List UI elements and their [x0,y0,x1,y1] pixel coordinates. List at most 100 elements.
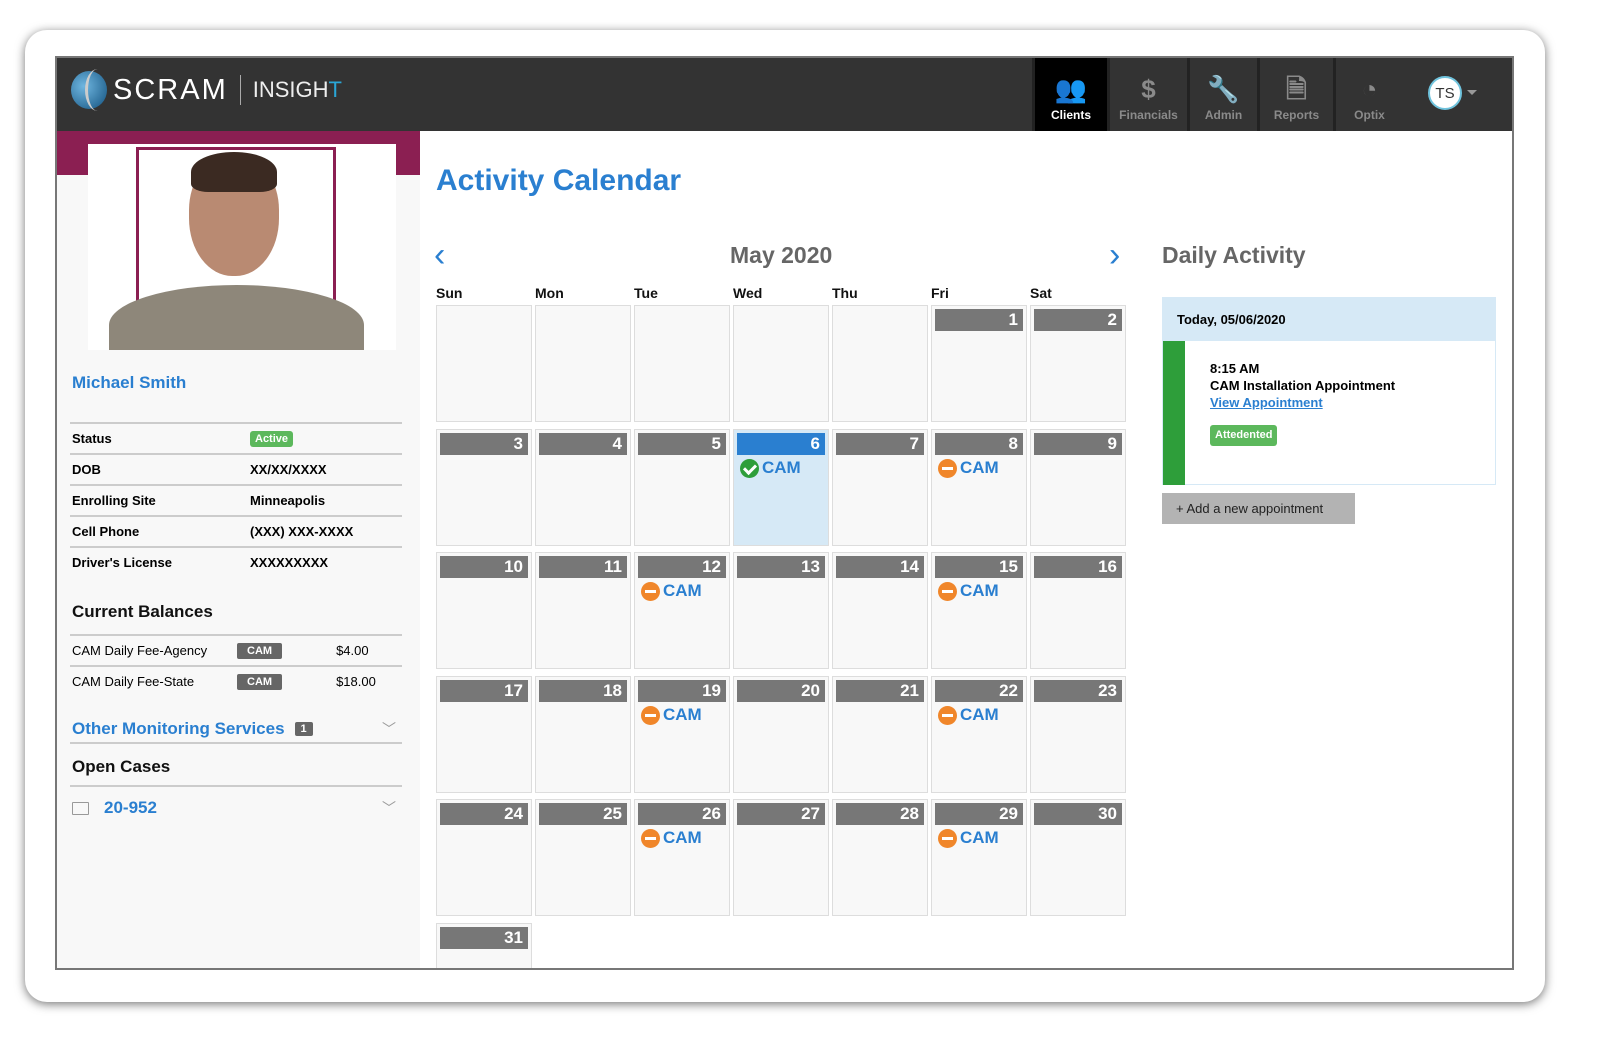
calendar-day[interactable]: 23 [1030,676,1126,793]
prev-month-button[interactable]: ‹ [434,236,445,275]
calendar-event[interactable]: CAM [938,705,999,725]
status-badge: Attedented [1210,425,1278,446]
calendar-day[interactable]: 29 CAM [931,799,1027,916]
client-photo [88,144,396,350]
calendar-day[interactable]: 14 [832,552,928,669]
document-icon: 🗎 [1286,74,1307,104]
calendar-day[interactable]: 3 [436,429,532,546]
caret-down-icon[interactable] [1467,90,1477,100]
balance-row: CAM Daily Fee-Agency CAM $4.00 [70,634,402,665]
day-number: 4 [539,433,627,455]
calendar-day[interactable]: 10 [436,552,532,669]
day-number: 18 [539,680,627,702]
calendar-day[interactable]: 19 CAM [634,676,730,793]
calendar-day[interactable]: 9 [1030,429,1126,546]
calendar-day[interactable]: 7 [832,429,928,546]
chevron-down-icon[interactable]: ﹀ [382,719,396,739]
balance-row: CAM Daily Fee-State CAM $18.00 [70,665,402,696]
calendar-day[interactable]: 6 CAM [733,429,829,546]
case-item[interactable]: 20-952 ﹀ [72,798,402,818]
nav-optix[interactable]: ◔ Optix [1333,58,1403,131]
nav-financials[interactable]: $ Financials [1107,58,1187,131]
calendar-event[interactable]: CAM [641,581,702,601]
service-tag: CAM [237,642,283,659]
logo[interactable]: SCRAM INSIGHT [71,68,342,112]
other-monitoring-services[interactable]: Other Monitoring Services 1 ﹀ [72,719,402,739]
logo-subtext: INSIGHT [252,77,342,102]
day-number: 5 [638,433,726,455]
info-row: DOB XX/XX/XXXX [70,453,402,484]
day-number: 8 [935,433,1023,455]
calendar-day[interactable]: 28 [832,799,928,916]
calendar-event[interactable]: CAM [641,828,702,848]
calendar-day[interactable]: 16 [1030,552,1126,669]
day-number: 22 [935,680,1023,702]
weekday-label: Sun [436,285,463,301]
weekday-label: Wed [733,285,763,301]
day-number: 30 [1034,803,1122,825]
day-number: 26 [638,803,726,825]
view-appointment-link[interactable]: View Appointment [1210,394,1395,411]
minus-circle-icon [938,581,957,601]
client-name[interactable]: Michael Smith [72,373,186,393]
day-number: 11 [539,556,627,578]
calendar-event[interactable]: CAM [938,458,999,478]
calendar-day[interactable]: 21 [832,676,928,793]
next-month-button[interactable]: › [1109,236,1120,275]
appointment-time: 8:15 AM [1210,361,1260,376]
day-number: 20 [737,680,825,702]
info-row: Enrolling Site Minneapolis [70,484,402,515]
calendar-day[interactable]: 31 [436,923,532,968]
client-info: Status Active DOB XX/XX/XXXX Enrolling Site M… [70,422,402,577]
service-tag: CAM [237,673,283,690]
day-number: 17 [440,680,528,702]
calendar-day[interactable]: 20 [733,676,829,793]
calendar-event[interactable]: CAM [938,828,999,848]
add-appointment-button[interactable]: + Add a new appointment [1162,493,1355,524]
day-number: 19 [638,680,726,702]
nav-admin[interactable]: 🔧 Admin [1187,58,1257,131]
info-value: (XXX) XXX-XXXX [250,524,354,539]
balance-amount: $4.00 [336,643,369,658]
calendar-day[interactable]: 30 [1030,799,1126,916]
calendar-day[interactable]: 12 CAM [634,552,730,669]
calendar-day[interactable]: 13 [733,552,829,669]
calendar-day[interactable]: 26 CAM [634,799,730,916]
calendar-event[interactable]: CAM [740,458,801,478]
day-number: 27 [737,803,825,825]
user-avatar[interactable]: TS [1428,76,1462,110]
calendar-day[interactable]: 15 CAM [931,552,1027,669]
calendar-day[interactable]: 4 [535,429,631,546]
calendar-day[interactable]: 18 [535,676,631,793]
calendar-day[interactable]: 1 [931,305,1027,422]
calendar-day[interactable]: 27 [733,799,829,916]
status-badge: Active [250,430,294,447]
minus-circle-icon [938,705,957,725]
day-number: 10 [440,556,528,578]
calendar-day[interactable]: 5 [634,429,730,546]
calendar-empty-cell [436,305,532,422]
info-value: XXXXXXXXX [250,555,329,570]
day-number: 15 [935,556,1023,578]
wrench-icon: 🔧 [1207,74,1240,104]
calendar-event[interactable]: CAM [938,581,999,601]
scram-logo-icon [71,69,107,111]
calendar-day[interactable]: 24 [436,799,532,916]
calendar-day[interactable]: 22 CAM [931,676,1027,793]
balance-amount: $18.00 [336,674,376,689]
nav-reports[interactable]: 🗎 Reports [1257,58,1333,131]
day-number: 13 [737,556,825,578]
status-bar [1163,341,1185,485]
minus-circle-icon [938,828,957,848]
calendar-event[interactable]: CAM [641,705,702,725]
calendar-day[interactable]: 25 [535,799,631,916]
nav-clients[interactable]: 👥 Clients [1032,58,1107,131]
calendar-day[interactable]: 11 [535,552,631,669]
day-number: 2 [1034,309,1122,331]
balances-heading: Current Balances [72,602,213,621]
calendar-day[interactable]: 8 CAM [931,429,1027,546]
weekday-label: Fri [931,285,949,301]
calendar-day[interactable]: 17 [436,676,532,793]
chevron-down-icon[interactable]: ﹀ [382,798,396,818]
calendar-day[interactable]: 2 [1030,305,1126,422]
